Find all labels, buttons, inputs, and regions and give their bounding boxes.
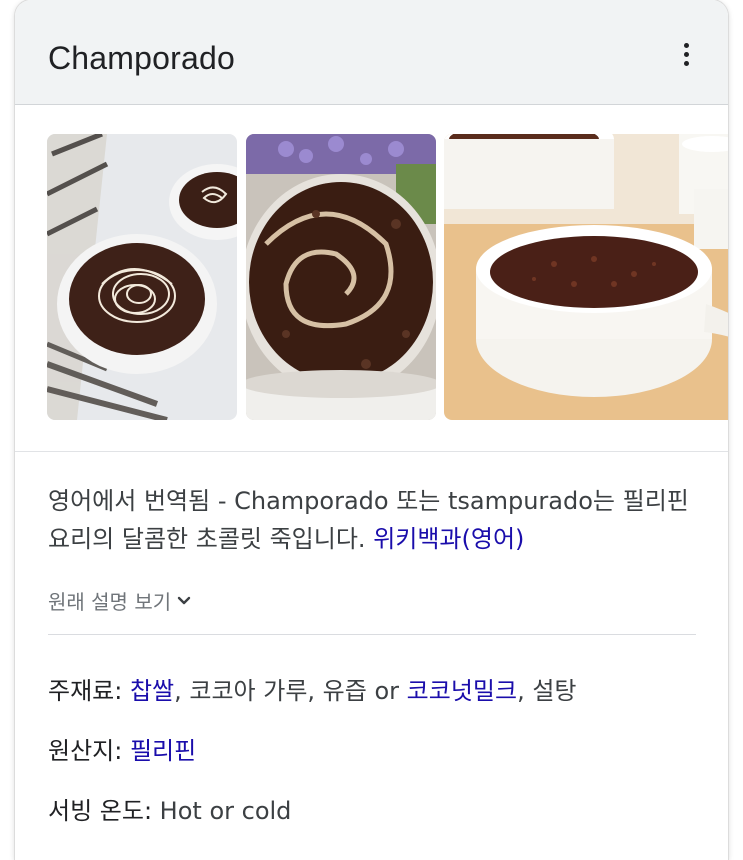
fact-label: 원산지: xyxy=(48,737,130,765)
fact-label: 주재료: xyxy=(48,677,130,705)
ingredient-text: , 코코아 가루, 유즙 or xyxy=(174,677,407,705)
wikipedia-source-link[interactable]: 위키백과(영어) xyxy=(373,525,524,553)
knowledge-panel-card: Champorado 영어에서 번역됨 - Champorado 또는 tsam… xyxy=(15,0,728,860)
card-title: Champorado xyxy=(48,40,235,76)
fact-serving-temperature: 서빙 온도: Hot or cold xyxy=(48,791,291,826)
more-vert-icon[interactable] xyxy=(666,36,706,72)
food-image-3[interactable] xyxy=(444,134,728,420)
fact-origin: 원산지: 필리핀 xyxy=(48,731,196,766)
card-header: Champorado xyxy=(15,0,728,105)
section-divider xyxy=(48,634,696,635)
ingredient-link-glutinous-rice[interactable]: 찹쌀 xyxy=(130,677,174,705)
origin-link-philippines[interactable]: 필리핀 xyxy=(130,737,196,765)
fact-ingredients: 주재료: 찹쌀, 코코아 가루, 유즙 or 코코넛밀크, 설탕 xyxy=(48,671,576,706)
show-original-button[interactable]: 원래 설명 보기 xyxy=(48,586,191,615)
food-image-2[interactable] xyxy=(246,134,436,420)
fact-label: 서빙 온도: xyxy=(48,797,160,825)
description: 영어에서 번역됨 - Champorado 또는 tsampurado는 필리핀… xyxy=(48,482,698,558)
chevron-down-icon xyxy=(177,596,191,604)
show-original-label: 원래 설명 보기 xyxy=(48,590,172,614)
ingredient-text: , 설탕 xyxy=(517,677,577,705)
food-image-1[interactable] xyxy=(47,134,237,420)
image-carousel xyxy=(15,104,728,452)
serving-value: Hot or cold xyxy=(159,797,292,825)
description-text: 영어에서 번역됨 - Champorado 또는 tsampurado는 필리핀… xyxy=(48,487,689,553)
ingredient-link-coconut-milk[interactable]: 코코넛밀크 xyxy=(407,677,517,705)
